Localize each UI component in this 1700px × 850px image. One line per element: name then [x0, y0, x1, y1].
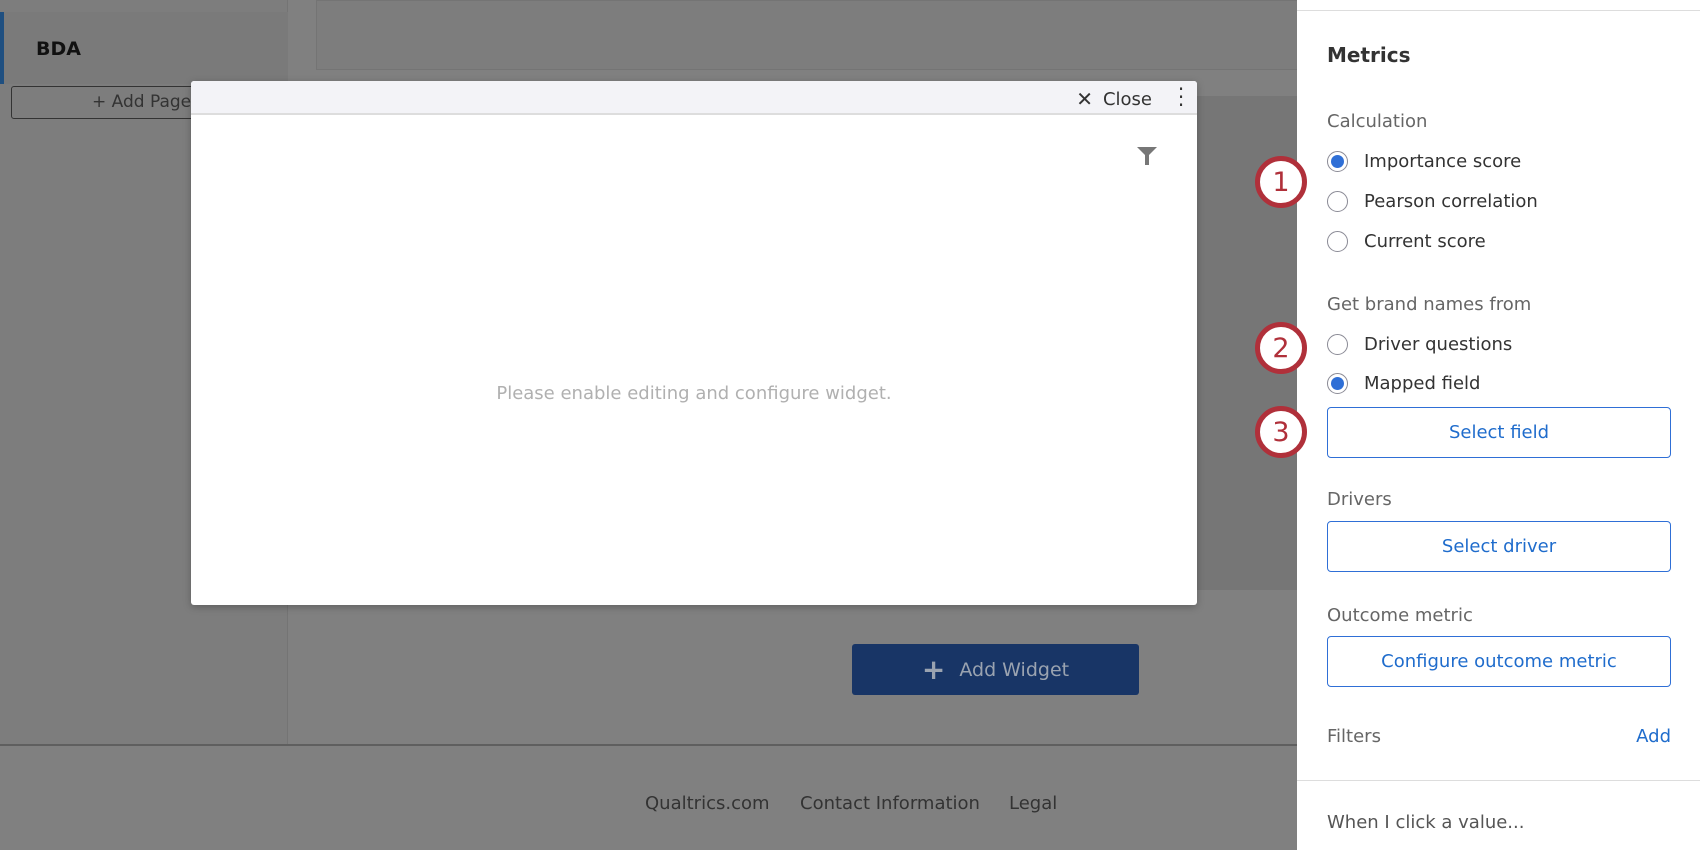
close-icon: ✕: [1076, 87, 1093, 111]
callout-badge-1: 1: [1255, 156, 1307, 208]
page-label: BDA: [36, 38, 81, 60]
radio-icon: [1327, 191, 1348, 212]
sidebar-item-bda[interactable]: BDA: [0, 12, 288, 84]
modal-header: ✕ Close · · ·: [191, 79, 1197, 115]
footer-link-legal[interactable]: Legal: [1009, 793, 1057, 814]
outcome-metric-label: Outcome metric: [1327, 605, 1473, 626]
panel-divider: [1297, 780, 1700, 781]
empty-message: Please enable editing and configure widg…: [496, 383, 892, 404]
callout-badge-2: 2: [1255, 322, 1307, 374]
radio-current-score[interactable]: Current score: [1327, 231, 1486, 252]
header-card: [316, 0, 1306, 70]
radio-mapped-field[interactable]: Mapped field: [1327, 373, 1480, 394]
add-page-label: Add Page: [111, 92, 192, 112]
plus-icon: +: [92, 92, 112, 112]
calculation-label: Calculation: [1327, 111, 1428, 132]
footer-divider: [0, 744, 1297, 746]
add-filter-link[interactable]: Add: [1636, 726, 1671, 747]
radio-selected-icon: [1327, 151, 1348, 172]
radio-label: Pearson correlation: [1364, 191, 1538, 212]
radio-label: Current score: [1364, 231, 1486, 252]
radio-pearson-correlation[interactable]: Pearson correlation: [1327, 191, 1538, 212]
plus-icon: +: [921, 653, 946, 686]
radio-icon: [1327, 231, 1348, 252]
radio-label: Driver questions: [1364, 334, 1513, 355]
filter-icon[interactable]: [1137, 147, 1157, 165]
radio-label: Importance score: [1364, 151, 1522, 172]
add-widget-button[interactable]: + Add Widget: [852, 644, 1139, 695]
radio-driver-questions[interactable]: Driver questions: [1327, 334, 1512, 355]
more-options-icon[interactable]: · · ·: [1177, 79, 1185, 115]
widget-modal: ✕ Close · · · Please enable editing and con…: [191, 79, 1197, 605]
radio-label: Mapped field: [1364, 373, 1481, 394]
add-widget-label: Add Widget: [959, 658, 1070, 681]
close-label: Close: [1102, 88, 1152, 110]
drivers-label: Drivers: [1327, 489, 1392, 510]
close-button[interactable]: ✕ Close: [1076, 87, 1152, 111]
panel-divider: [1297, 10, 1700, 11]
callout-badge-3: 3: [1255, 406, 1307, 458]
settings-panel: Metrics Calculation Importance score Pea…: [1297, 0, 1700, 850]
select-driver-button[interactable]: Select driver: [1327, 521, 1671, 572]
radio-icon: [1327, 334, 1348, 355]
click-action-label: When I click a value...: [1327, 812, 1525, 833]
footer-link-contact[interactable]: Contact Information: [800, 793, 980, 814]
radio-selected-icon: [1327, 373, 1348, 394]
configure-outcome-button[interactable]: Configure outcome metric: [1327, 636, 1671, 687]
brand-names-label: Get brand names from: [1327, 294, 1532, 315]
radio-importance-score[interactable]: Importance score: [1327, 151, 1521, 172]
panel-title: Metrics: [1327, 43, 1411, 67]
filters-label: Filters: [1327, 726, 1381, 747]
footer-link-qualtrics[interactable]: Qualtrics.com: [645, 793, 770, 814]
select-field-button[interactable]: Select field: [1327, 407, 1671, 458]
